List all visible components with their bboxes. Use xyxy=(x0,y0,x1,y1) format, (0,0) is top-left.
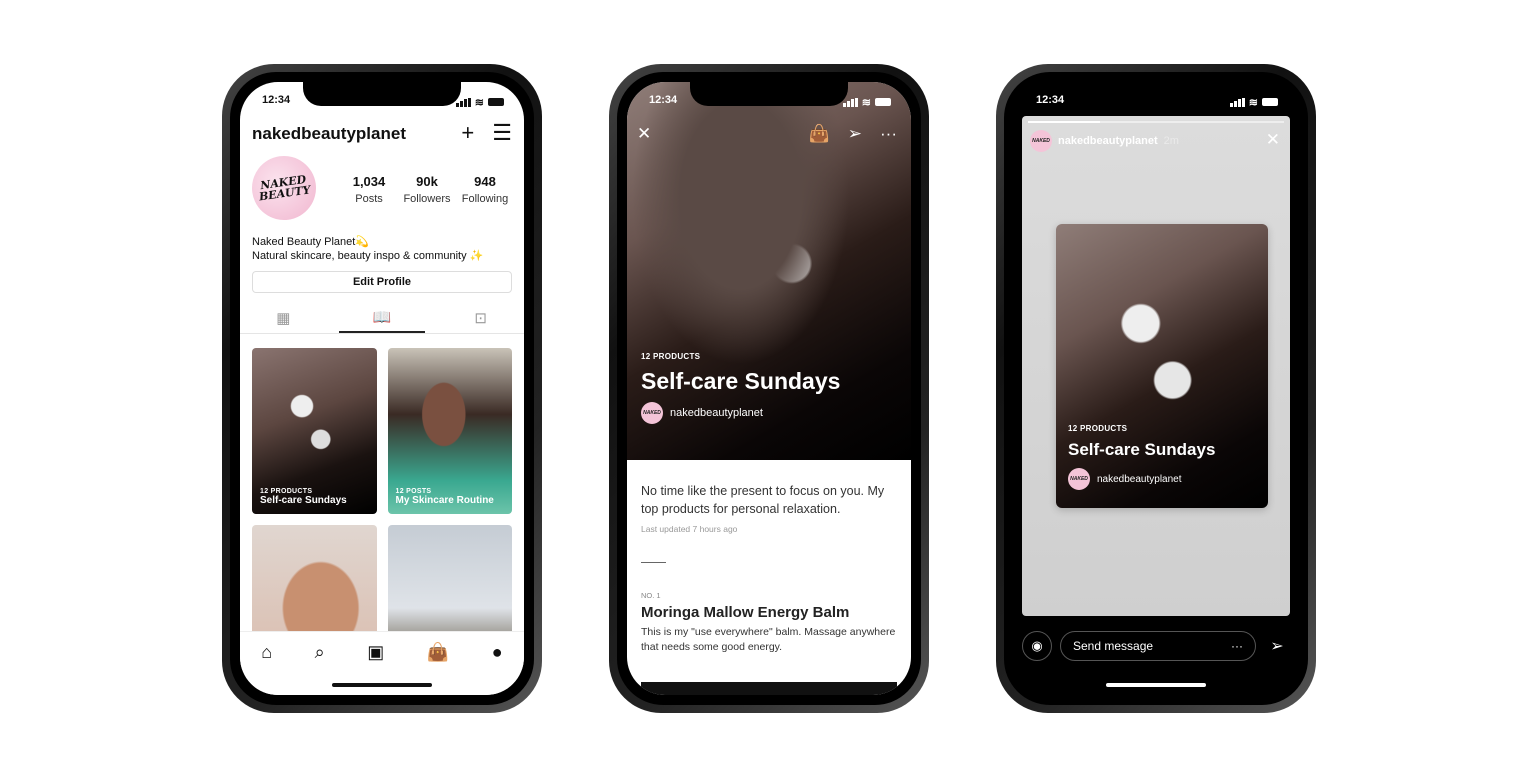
send-message-input[interactable]: Send message ··· xyxy=(1060,631,1256,661)
shared-guide-card[interactable]: 12 PRODUCTS Self-care Sundays NAKED nakedb… xyxy=(1056,224,1268,508)
send-icon[interactable]: ➢ xyxy=(848,124,862,144)
item-number: NO. 1 xyxy=(641,591,661,600)
guide-tile[interactable]: 12 POSTS My Skincare Routine xyxy=(387,348,512,514)
avatar: NAKED xyxy=(1068,468,1090,490)
notch xyxy=(303,82,461,106)
tab-grid[interactable]: ▦ xyxy=(240,302,327,333)
story-progress xyxy=(1028,121,1284,123)
wifi-icon: ≋ xyxy=(474,96,484,109)
guide-description: No time like the present to focus on you… xyxy=(641,484,885,516)
home-icon[interactable]: ⌂ xyxy=(261,642,272,695)
signal-icon xyxy=(455,97,471,107)
stat-following[interactable]: 948 Following xyxy=(456,174,514,207)
home-indicator xyxy=(1106,683,1206,687)
story-time: 2m xyxy=(1163,135,1179,147)
battery-icon xyxy=(875,98,891,106)
close-icon[interactable]: ✕ xyxy=(637,124,651,144)
item-image xyxy=(641,682,897,695)
profile-icon[interactable]: ● xyxy=(492,642,503,695)
signal-icon xyxy=(842,97,858,107)
guide-meta: 12 PRODUCTS xyxy=(641,352,701,361)
shop-icon[interactable]: 👜 xyxy=(427,642,449,695)
stat-posts[interactable]: 1,034 Posts xyxy=(340,174,398,207)
menu-icon[interactable]: ☰ xyxy=(492,120,512,146)
wifi-icon: ≋ xyxy=(1248,96,1258,109)
send-icon[interactable]: ➢ xyxy=(1264,636,1290,656)
edit-profile-button[interactable]: Edit Profile xyxy=(252,271,512,293)
story-username[interactable]: nakedbeautyplanet xyxy=(1058,135,1158,147)
bio-name: Naked Beauty Planet💫 xyxy=(252,236,370,248)
notch xyxy=(690,82,848,106)
grid-icon: ▦ xyxy=(276,309,291,327)
last-updated: Last updated 7 hours ago xyxy=(641,524,738,534)
phone-story: 12:34 ≋ NAKED nakedbeautyplanet 2m ✕ 12 PRO… xyxy=(996,64,1316,713)
item-title: Moringa Mallow Energy Balm xyxy=(641,604,850,621)
divider xyxy=(641,562,666,563)
wifi-icon: ≋ xyxy=(861,96,871,109)
battery-icon xyxy=(488,98,504,106)
guide-title: Self-care Sundays xyxy=(641,368,841,394)
more-icon[interactable]: ··· xyxy=(1231,639,1243,653)
stat-followers[interactable]: 90k Followers xyxy=(398,174,456,207)
profile-username: nakedbeautyplanet xyxy=(252,124,406,143)
phone-guide: 12:34 ≋ ✕ 👜 ➢ ··· 12 PRODUCTS Self-care Sund… xyxy=(609,64,929,713)
reels-icon[interactable]: ▣ xyxy=(367,642,384,695)
item-description: This is my "use everywhere" balm. Massag… xyxy=(641,626,896,653)
avatar: NAKED xyxy=(641,402,663,424)
camera-icon[interactable]: ◉ xyxy=(1022,631,1052,661)
more-icon[interactable]: ··· xyxy=(880,124,897,144)
avatar[interactable]: NAKED xyxy=(1030,130,1052,152)
tagged-icon: ⊡ xyxy=(474,309,487,327)
shop-bag-icon[interactable]: 👜 xyxy=(809,124,830,144)
bio-text: Natural skincare, beauty inspo & communi… xyxy=(252,250,484,262)
avatar[interactable]: NAKED BEAUTY xyxy=(247,151,321,225)
story-view[interactable]: NAKED nakedbeautyplanet 2m ✕ 12 PRODUCTS Se… xyxy=(1022,116,1290,616)
tab-guides[interactable]: 📖 xyxy=(338,302,426,333)
plus-icon[interactable]: + xyxy=(461,120,474,146)
signal-icon xyxy=(1229,97,1245,107)
guide-tile[interactable]: 12 PRODUCTS Self-care Sundays xyxy=(252,348,377,514)
guide-icon: 📖 xyxy=(372,308,392,326)
tab-tagged[interactable]: ⊡ xyxy=(437,302,524,333)
battery-icon xyxy=(1262,98,1278,106)
search-icon[interactable]: ⌕ xyxy=(315,642,325,695)
home-indicator xyxy=(332,683,432,687)
notch xyxy=(1077,82,1235,106)
phone-profile: 12:34 ≋ nakedbeautyplanet + ☰ NAKED BEAUTY… xyxy=(222,64,542,713)
close-icon[interactable]: ✕ xyxy=(1266,130,1280,150)
guide-author[interactable]: NAKED nakedbeautyplanet xyxy=(641,402,840,424)
